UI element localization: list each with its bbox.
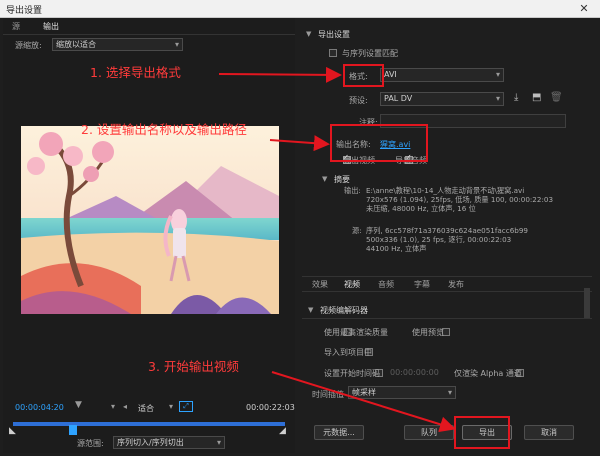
arrow-step1 bbox=[218, 66, 342, 83]
annotation-arrows bbox=[218, 66, 456, 433]
arrow-step3 bbox=[271, 371, 456, 433]
arrow-step2 bbox=[269, 135, 330, 152]
